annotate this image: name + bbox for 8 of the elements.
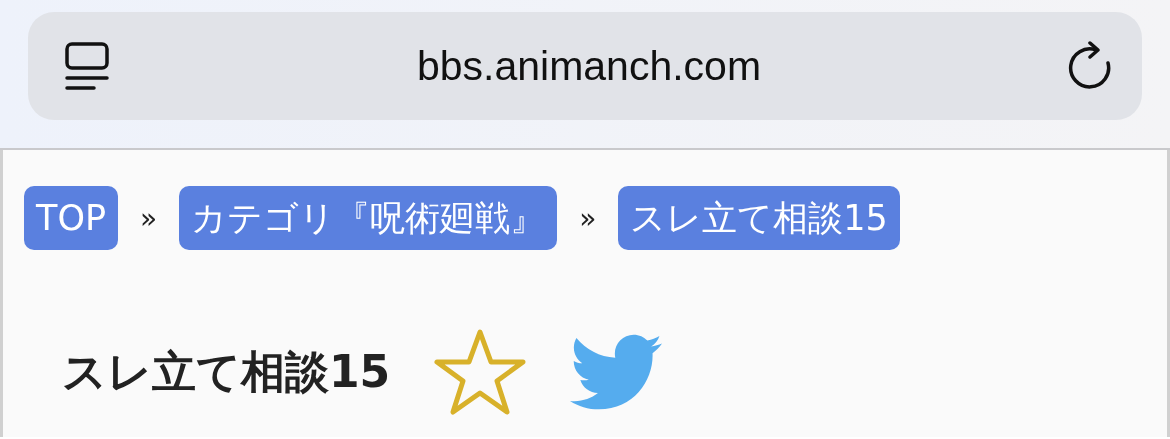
star-icon[interactable]	[434, 328, 527, 416]
menu-icon[interactable]	[64, 41, 110, 91]
breadcrumb-link[interactable]: カテゴリ『呪術廻戦』	[179, 186, 558, 250]
breadcrumb-link[interactable]: TOP	[24, 186, 119, 250]
breadcrumb-separator: »	[579, 201, 597, 235]
thread-title: スレ立て相談15	[62, 344, 391, 399]
breadcrumb-link[interactable]: スレ立て相談15	[618, 186, 900, 250]
breadcrumb-separator: »	[140, 201, 158, 235]
